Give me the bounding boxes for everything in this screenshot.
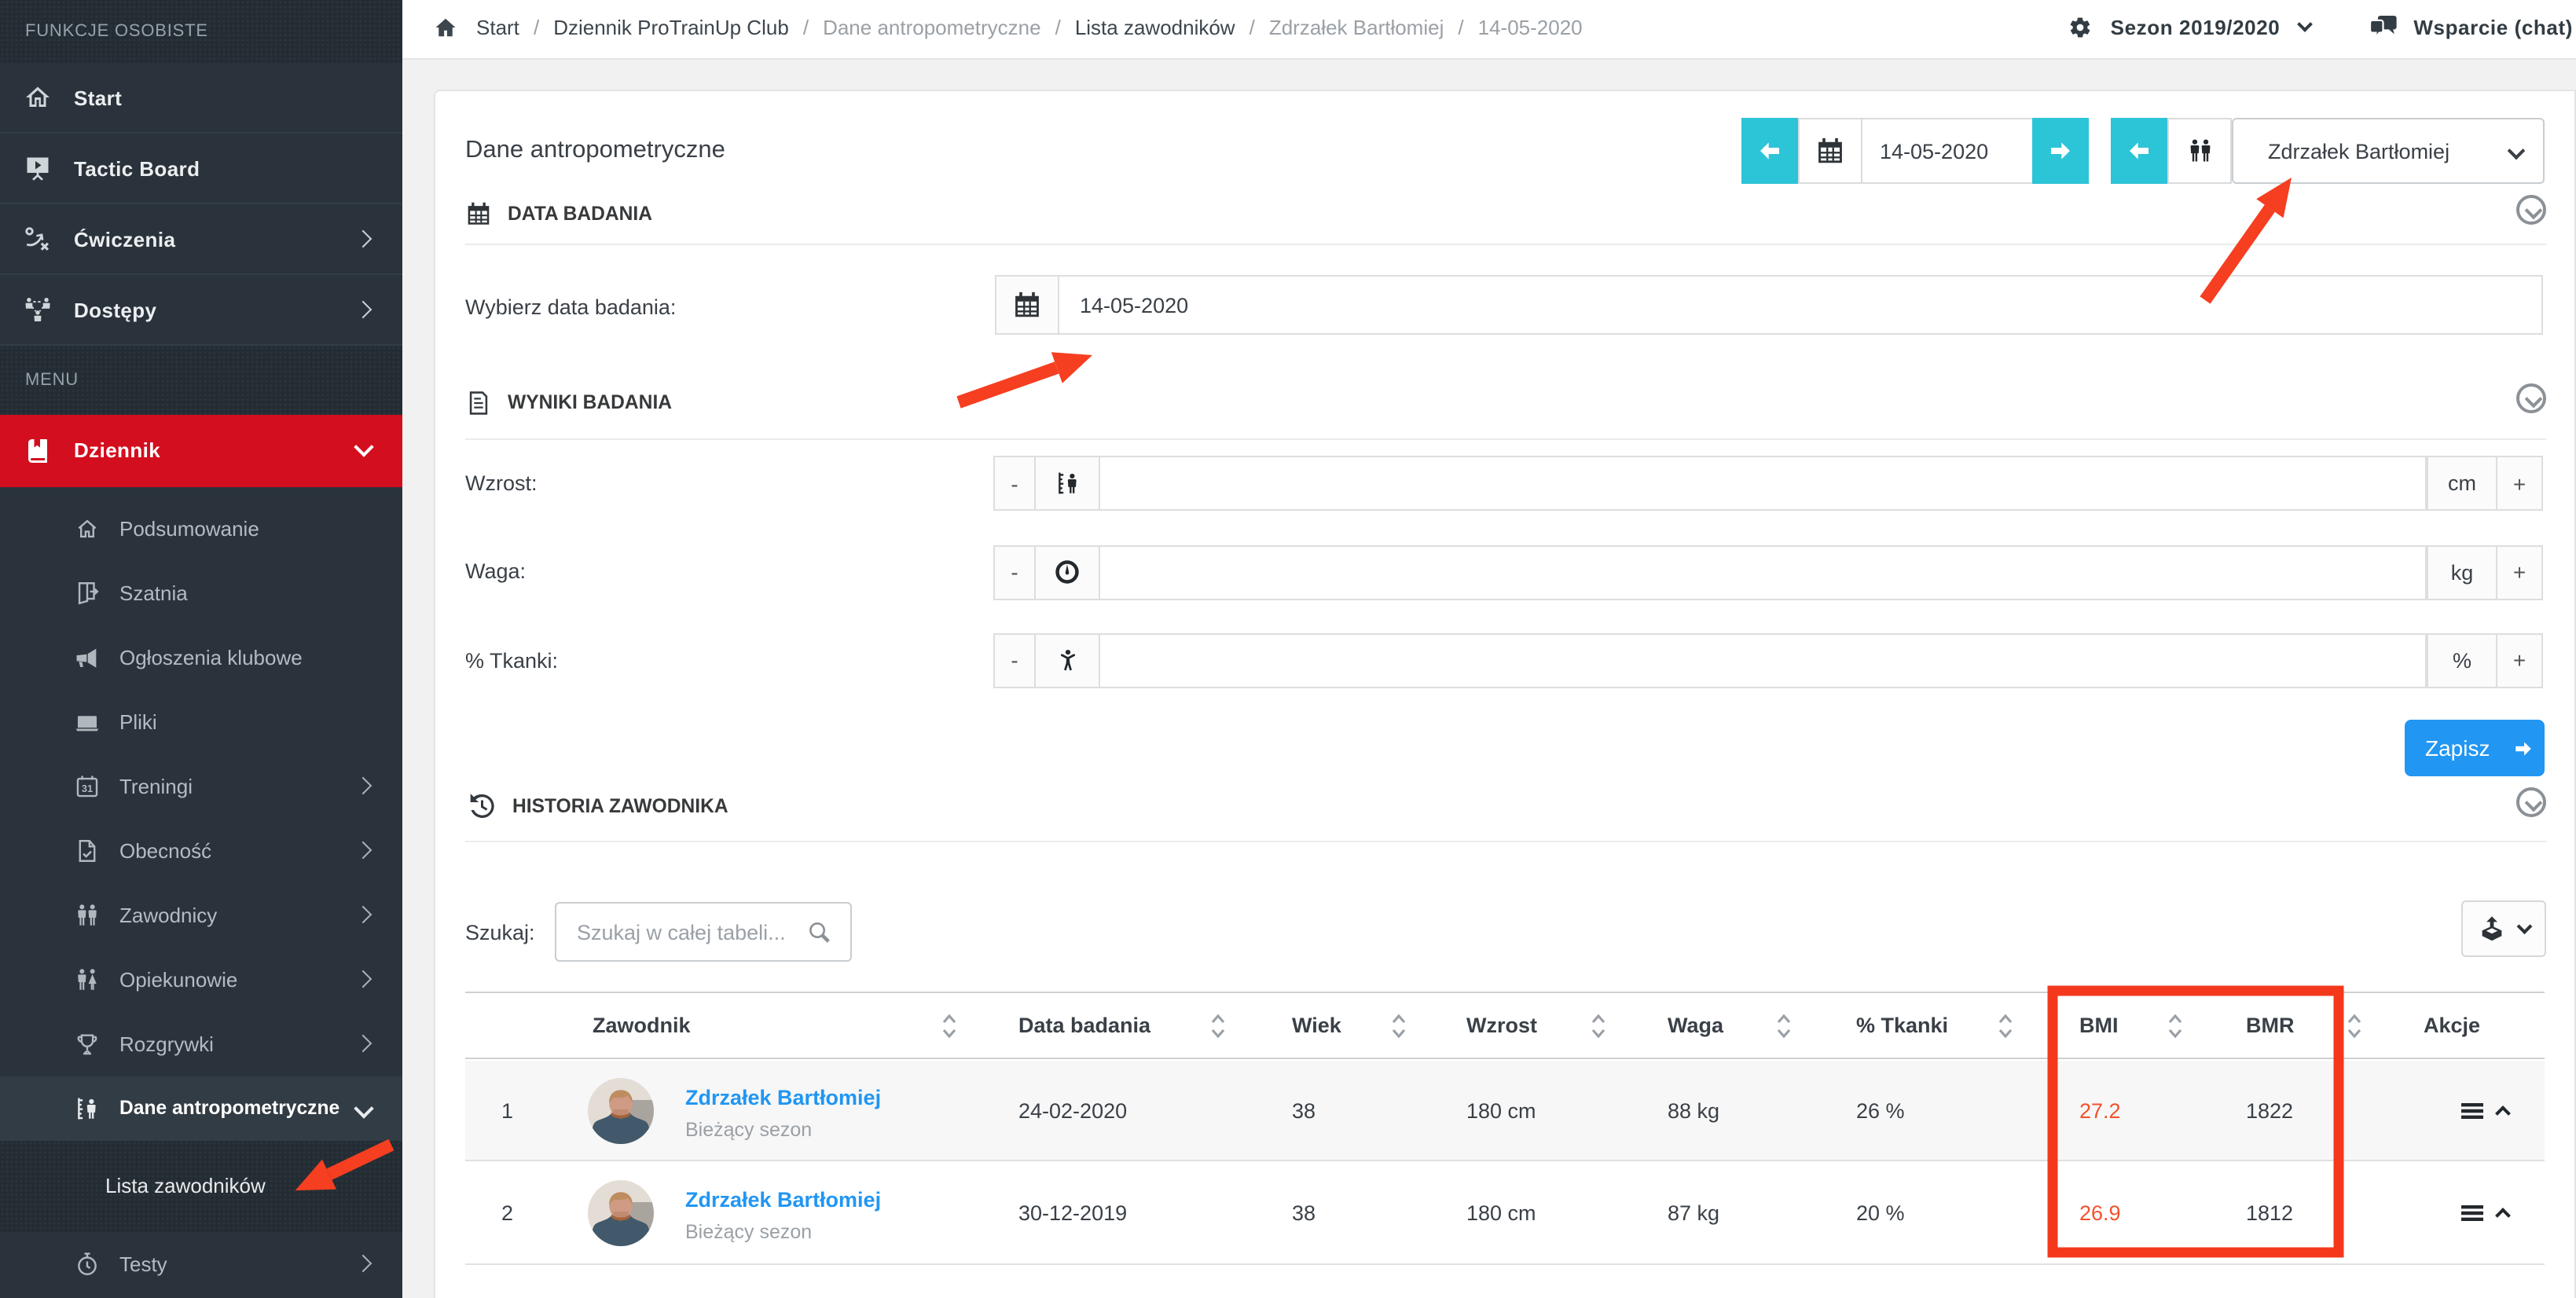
svg-text:31: 31 [82, 782, 93, 794]
